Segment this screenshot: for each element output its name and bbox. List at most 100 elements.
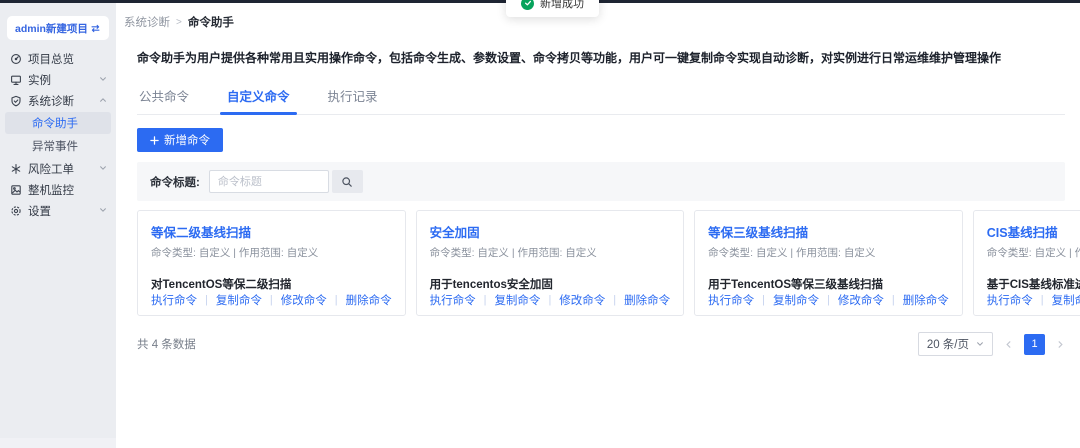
command-card: 等保三级基线扫描 命令类型: 自定义 | 作用范围: 自定义 用于Tencent…: [694, 210, 963, 316]
sidebar: admin新建项目 项目总览 实例 系统诊断: [0, 3, 116, 448]
card-description: 用于tencentos安全加固: [430, 276, 671, 292]
sidebar-item-settings[interactable]: 设置: [0, 200, 116, 221]
plus-icon: [150, 136, 159, 145]
execute-command-link[interactable]: 执行命令: [708, 292, 754, 308]
sidebar-item-label: 整机监控: [28, 182, 74, 198]
breadcrumb-current: 命令助手: [188, 14, 234, 30]
sidebar-footer: [0, 438, 116, 448]
card-description: 用于TencentOS等保三级基线扫描: [708, 276, 949, 292]
page-size-select[interactable]: 20 条/页: [918, 332, 993, 356]
delete-command-link[interactable]: 删除命令: [903, 292, 949, 308]
divider: [270, 294, 273, 306]
card-actions: 执行命令 复制命令 修改命令 删除命令: [987, 292, 1080, 308]
modify-command-link[interactable]: 修改命令: [838, 292, 884, 308]
switch-project-icon: [90, 23, 101, 34]
breadcrumb-separator: >: [176, 17, 182, 28]
delete-command-link[interactable]: 删除命令: [346, 292, 392, 308]
card-actions: 执行命令 复制命令 修改命令 删除命令: [708, 292, 949, 308]
card-actions: 执行命令 复制命令 修改命令 删除命令: [430, 292, 671, 308]
card-title: 等保二级基线扫描: [151, 222, 392, 241]
breadcrumb-parent[interactable]: 系统诊断: [124, 14, 170, 30]
card-title: 安全加固: [430, 222, 671, 241]
card-description: 对TencentOS等保二级扫描: [151, 276, 392, 292]
sidebar-subitem-label: 异常事件: [32, 138, 78, 154]
sidebar-item-label: 实例: [28, 72, 51, 88]
tab-execution-records[interactable]: 执行记录: [326, 81, 380, 114]
chevron-down-icon: [99, 163, 107, 175]
tab-custom-commands[interactable]: 自定义命令: [225, 81, 292, 114]
sidebar-item-machine-monitor[interactable]: 整机监控: [0, 179, 116, 200]
command-title-input[interactable]: [209, 170, 329, 193]
tab-bar: 公共命令 自定义命令 执行记录: [137, 81, 1065, 115]
divider: [484, 294, 487, 306]
sidebar-item-label: 系统诊断: [28, 93, 74, 109]
check-circle-icon: [521, 0, 534, 10]
divider: [548, 294, 551, 306]
sidebar-subitem-command-assistant[interactable]: 命令助手: [5, 112, 111, 134]
monitor-icon: [10, 74, 22, 86]
project-switcher[interactable]: admin新建项目: [7, 16, 109, 40]
main-content: 系统诊断 > 命令助手 命令助手为用户提供各种常用且实用操作命令，包括命令生成、…: [116, 3, 1080, 448]
sidebar-item-label: 风险工单: [28, 161, 74, 177]
prev-page-button[interactable]: [1004, 340, 1013, 349]
filter-panel: 命令标题:: [137, 162, 1065, 201]
chevron-down-icon: [976, 340, 984, 348]
sidebar-item-risk-tickets[interactable]: 风险工单: [0, 158, 116, 179]
sidebar-subitem-label: 命令助手: [32, 115, 78, 131]
delete-command-link[interactable]: 删除命令: [624, 292, 670, 308]
copy-command-link[interactable]: 复制命令: [494, 292, 540, 308]
chevron-down-icon: [99, 205, 107, 217]
execute-command-link[interactable]: 执行命令: [151, 292, 197, 308]
divider: [1041, 294, 1044, 306]
project-name: admin新建项目: [15, 21, 88, 36]
sidebar-item-instances[interactable]: 实例: [0, 69, 116, 90]
chevron-left-icon: [1004, 340, 1013, 349]
card-description: 基于CIS基线标准进行扫描: [987, 276, 1080, 292]
command-card: CIS基线扫描 命令类型: 自定义 | 作用范围: 自定义 基于CIS基线标准进…: [973, 210, 1080, 316]
card-actions: 执行命令 复制命令 修改命令 删除命令: [151, 292, 392, 308]
tab-public-commands[interactable]: 公共命令: [137, 81, 191, 114]
card-title: 等保三级基线扫描: [708, 222, 949, 241]
search-button[interactable]: [332, 170, 363, 193]
chevron-up-icon: [99, 95, 107, 107]
add-command-button[interactable]: 新增命令: [137, 128, 223, 152]
page-1-button[interactable]: 1: [1024, 334, 1045, 355]
card-meta: 命令类型: 自定义 | 作用范围: 自定义: [430, 245, 671, 260]
copy-command-link[interactable]: 复制命令: [1052, 292, 1080, 308]
execute-command-link[interactable]: 执行命令: [430, 292, 476, 308]
card-meta: 命令类型: 自定义 | 作用范围: 自定义: [708, 245, 949, 260]
total-count: 共 4 条数据: [137, 336, 196, 352]
sidebar-item-project-overview[interactable]: 项目总览: [0, 48, 116, 69]
page-description: 命令助手为用户提供各种常用且实用操作命令，包括命令生成、参数设置、命令拷贝等功能…: [137, 49, 1065, 66]
copy-command-link[interactable]: 复制命令: [216, 292, 262, 308]
toast-message: 新增成功: [540, 0, 584, 11]
pagination-bar: 共 4 条数据 20 条/页 1: [137, 332, 1065, 356]
frame-image-icon: [10, 184, 22, 196]
copy-command-link[interactable]: 复制命令: [773, 292, 819, 308]
pager: 20 条/页 1: [918, 332, 1065, 356]
execute-command-link[interactable]: 执行命令: [987, 292, 1033, 308]
modify-command-link[interactable]: 修改命令: [281, 292, 327, 308]
sidebar-subitem-abnormal-events[interactable]: 异常事件: [5, 135, 111, 157]
chevron-down-icon: [99, 74, 107, 86]
sidebar-item-label: 项目总览: [28, 51, 74, 67]
success-toast: 新增成功: [506, 0, 599, 17]
next-page-button[interactable]: [1056, 340, 1065, 349]
divider: [827, 294, 830, 306]
command-card: 等保二级基线扫描 命令类型: 自定义 | 作用范围: 自定义 对TencentO…: [137, 210, 406, 316]
divider: [335, 294, 338, 306]
divider: [613, 294, 616, 306]
sidebar-item-label: 设置: [28, 203, 51, 219]
command-card-grid: 等保二级基线扫描 命令类型: 自定义 | 作用范围: 自定义 对TencentO…: [137, 210, 1065, 316]
page-size-value: 20 条/页: [927, 336, 969, 352]
sidebar-item-system-diagnosis[interactable]: 系统诊断: [0, 90, 116, 111]
divider: [205, 294, 208, 306]
sidebar-menu: 项目总览 实例 系统诊断 命令助手 异常事件: [0, 48, 116, 221]
filter-label: 命令标题:: [150, 174, 200, 190]
divider: [892, 294, 895, 306]
card-meta: 命令类型: 自定义 | 作用范围: 自定义: [151, 245, 392, 260]
modify-command-link[interactable]: 修改命令: [559, 292, 605, 308]
divider: [762, 294, 765, 306]
compass-icon: [10, 53, 22, 65]
chevron-right-icon: [1056, 340, 1065, 349]
